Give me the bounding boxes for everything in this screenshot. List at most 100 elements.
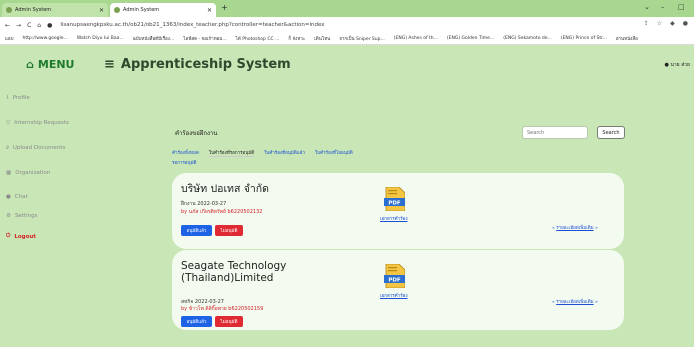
bookmark-item[interactable]: เดินโทน [314,35,330,42]
bookmark-item[interactable]: ฉบับหนังสือดีมีเรื่อง... [133,35,175,42]
bookmark-item[interactable]: แอป [5,35,13,42]
browser-tab[interactable]: Admin System ✕ [2,3,108,17]
lock-icon: ● [47,21,53,29]
bookmark-item[interactable]: ก็ จังหวะ [288,35,305,42]
reject-button[interactable]: ไม่อนุมัติ [215,225,243,236]
chevron-right-icon: » [593,226,598,231]
hamburger-icon[interactable]: ≡ [104,57,115,72]
sidebar-item-label: Internship Requests [14,120,69,126]
sidebar: ⌂ MENU ⌇ Profile ▽ Internship Requests ∂… [0,46,98,347]
sidebar-item-internship-requests[interactable]: ▽ Internship Requests [6,120,69,126]
chevron-right-icon: » [593,300,598,305]
pdf-icon[interactable]: PDF [384,264,405,288]
document-link[interactable]: เอกสารคำร้อง [380,215,408,222]
sidebar-item-chat[interactable]: ● Chat [6,194,28,200]
detail-link-label: รายละเอียดเพิ่มเติม [556,300,594,305]
sidebar-item-label: Organization [15,170,51,176]
search-button[interactable]: Search [597,126,625,139]
sidebar-item-label: Logout [14,233,36,240]
detail-link[interactable]: « รายละเอียดเพิ่มเติม » [552,298,598,305]
extension-icon[interactable]: ◆ [670,20,675,27]
detail-link-label: รายละเอียดเพิ่มเติม [556,226,594,231]
sidebar-item-label: Settings [14,213,38,219]
user-icon: ● [664,62,669,68]
tab-rejected-requests[interactable]: ใบคำร้องที่ไม่อนุมัติ [315,149,353,157]
sidebar-item-settings[interactable]: ⚙ Settings [6,213,38,219]
sidebar-item-upload-documents[interactable]: ∂ Upload Documents [6,145,65,151]
document-link[interactable]: เอกสารคำร้อง [380,292,408,299]
bookmark-item[interactable]: อ่านหนังสือ [616,35,638,42]
bookmark-item[interactable]: (ENG) Ashes of th... [394,36,438,41]
company-name: บริษัท ปอเทส จำกัด [181,183,269,195]
status-label: รอการอนุมัติ [172,161,197,166]
minimize-icon[interactable]: – [661,3,665,11]
funnel-icon: ▽ [6,120,11,126]
bookmark-item[interactable]: (ENG) Sekamoto de... [503,36,552,41]
profile-icon[interactable]: ● [683,20,688,27]
request-card: Seagate Technology (Thailand)Limited สหก… [172,250,624,330]
menu-label: MENU [37,58,75,71]
home-icon[interactable]: ⌂ [37,22,41,29]
pdf-icon-label: PDF [388,200,401,206]
requests-panel: คำร้องขอฝึกงาน Search คำร้องทั้งหมด ใบคำ… [165,120,631,347]
chart-icon: ⌇ [6,95,9,101]
approve-button[interactable]: อนุมัติแล้ว [181,316,212,327]
user-name: นาย ส่วย [670,62,690,68]
power-icon: ⏻ [6,233,11,239]
chat-icon: ● [6,194,11,200]
forward-icon[interactable]: → [16,22,21,29]
back-icon[interactable]: ← [5,22,10,29]
tab-search-icon[interactable]: ⌄ [644,3,650,11]
sidebar-item-profile[interactable]: ⌇ Profile [6,95,30,101]
pdf-icon[interactable]: PDF [384,187,405,211]
tab-all-requests[interactable]: คำร้องทั้งหมด [172,149,199,157]
browser-tab-active[interactable]: Admin System ✕ [110,3,216,17]
page-title: ≡ Apprenticeship System [104,57,291,72]
search-input[interactable] [522,126,588,139]
tab-approved-requests[interactable]: ใบคำร้องที่อนุมัติแล้ว [264,149,305,157]
close-tab-icon[interactable]: ✕ [99,7,104,14]
sidebar-item-label: Upload Documents [12,145,66,151]
request-tabs: คำร้องทั้งหมด ใบคำร้องที่รอการอนุมัติ ใบ… [172,149,353,157]
favicon-icon [6,7,12,13]
maximize-icon[interactable]: □ [678,3,685,11]
browser-tab-label: Admin System [15,7,52,13]
bank-icon: ⌂ [26,58,34,71]
tab-pending-requests[interactable]: ใบคำร้องที่รอการอนุมัติ [208,149,255,157]
menu-title: ⌂ MENU [26,58,74,71]
gear-icon: ⚙ [6,213,11,219]
new-tab-icon[interactable]: + [221,3,228,12]
panel-header: คำร้องขอฝึกงาน Search [165,120,631,146]
star-icon[interactable]: ☆ [657,20,662,27]
share-icon[interactable]: ⇪ [644,20,649,27]
address-bar: ← → C ⌂ ● lisanupsaengkpsku.ac.th/ob21/o… [0,17,694,33]
bookmark-item[interactable]: ได้ Photoshop CC ... [236,35,280,42]
panel-title: คำร้องขอฝึกงาน [175,130,218,137]
browser-tab-label: Admin System [123,7,160,13]
sidebar-item-organization[interactable]: ▦ Organization [6,170,50,176]
browser-tab-bar: Admin System ✕ Admin System ✕ + ⌄ – □ [0,0,694,17]
sidebar-item-logout[interactable]: ⏻ Logout [6,233,36,240]
user-menu[interactable]: ● นาย ส่วย [664,61,690,69]
detail-link[interactable]: « รายละเอียดเพิ่มเติม » [552,224,598,231]
bookmarks-bar: แอป http://www.google... Watch Diyu Iui … [0,33,694,45]
bookmark-item[interactable]: http://www.google... [22,36,67,41]
bookmark-item[interactable]: (ENG) Prince of Str... [561,36,607,41]
bookmark-item[interactable]: จากเป็น Sniper Sup... [339,35,385,42]
sidebar-item-label: Profile [12,95,30,101]
building-icon: ▦ [6,170,12,176]
close-tab-icon[interactable]: ✕ [207,7,212,14]
bookmark-item[interactable]: Watch Diyu Iui Baa... [77,36,124,41]
favicon-icon [114,7,120,13]
sidebar-item-label: Chat [14,194,28,200]
company-name: Seagate Technology (Thailand)Limited [181,260,287,284]
request-card: บริษัท ปอเทส จำกัด ฝึกงาน 2022-03-27 by … [172,173,624,249]
bookmark-item[interactable]: ไลฟ์สด - จอเก้าหอม... [183,35,226,42]
approve-button[interactable]: อนุมัติแล้ว [181,225,212,236]
pdf-icon-label: PDF [388,277,401,283]
reject-button[interactable]: ไม่อนุมัติ [215,316,243,327]
bookmark-item[interactable]: (ENG) Golden Time... [447,36,494,41]
reload-icon[interactable]: C [27,22,31,29]
url-field[interactable]: lisanupsaengkpsku.ac.th/ob21/ob21_1363/i… [60,22,324,28]
page-title-text: Apprenticeship System [120,57,291,72]
